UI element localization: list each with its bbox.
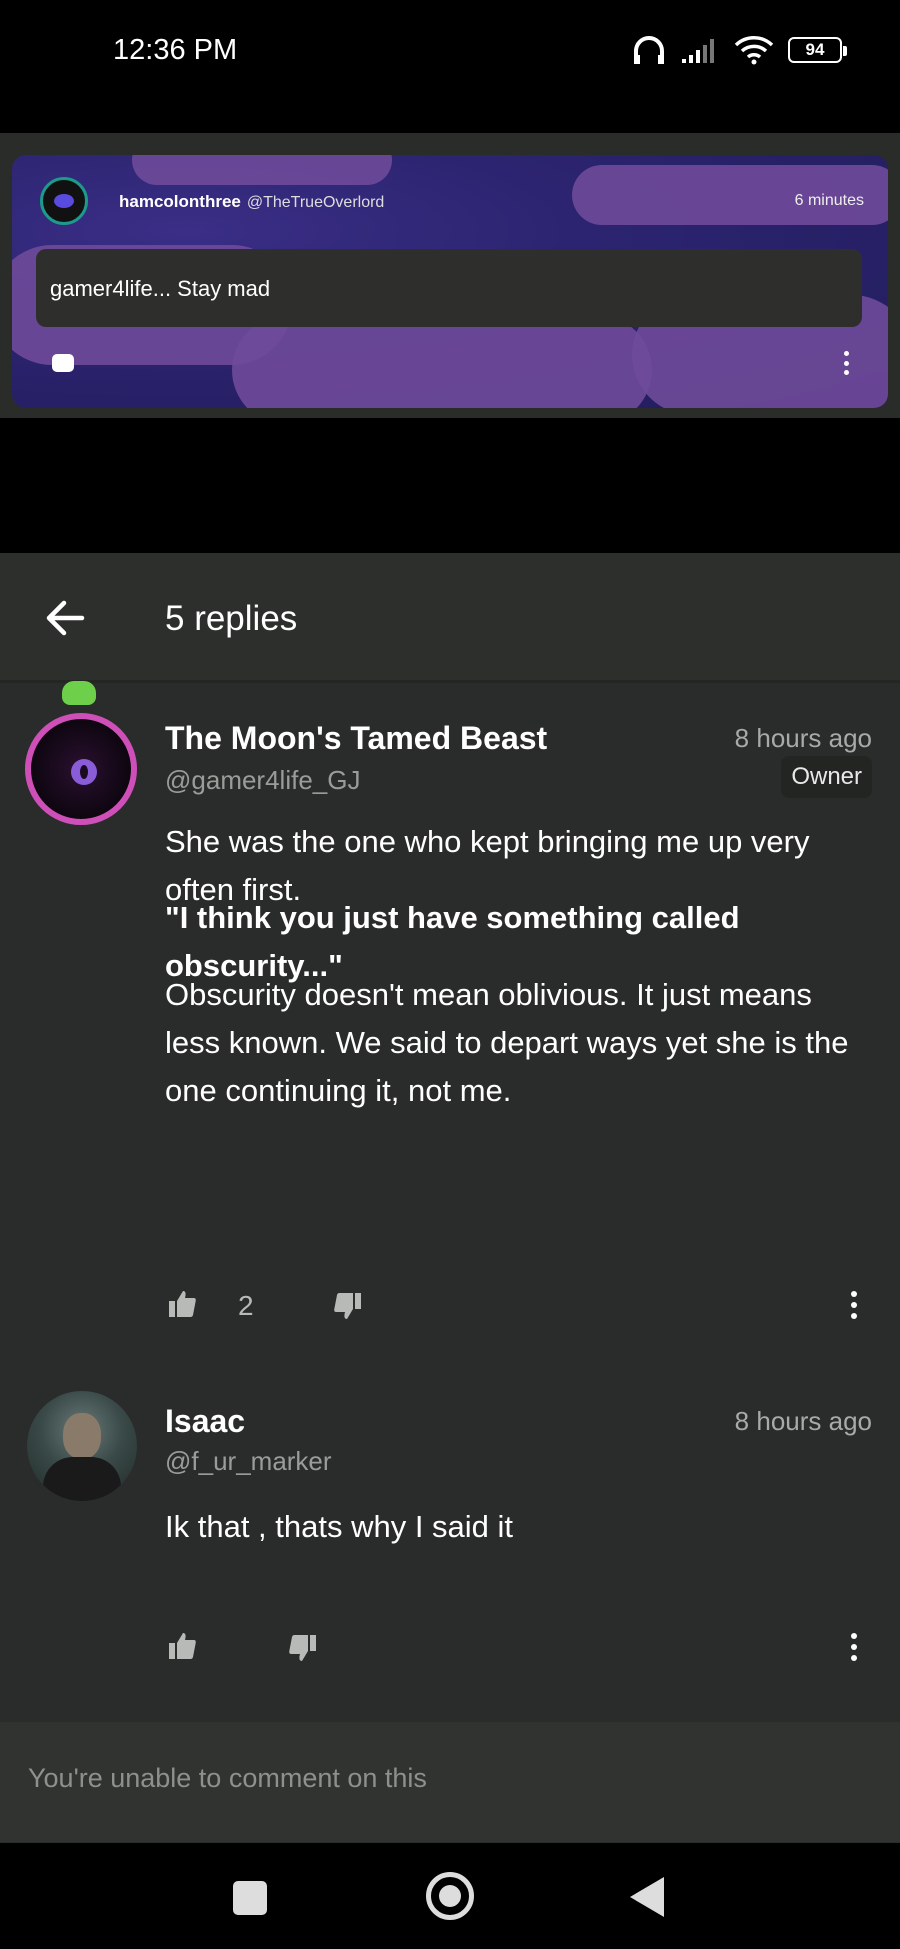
preview-author-name: hamcolonthree bbox=[119, 192, 241, 211]
owner-badge: Owner bbox=[781, 756, 872, 798]
back-arrow-icon[interactable] bbox=[44, 597, 86, 639]
more-options-icon[interactable] bbox=[842, 351, 850, 375]
reply-text: Ik that , thats why I said it bbox=[165, 1509, 514, 1544]
post-preview-area: hamcolonthree @TheTrueOverlord 6 minutes … bbox=[0, 133, 900, 418]
reply-author[interactable]: The Moon's Tamed Beast bbox=[165, 720, 547, 757]
status-time: 12:36 PM bbox=[113, 34, 238, 66]
comment-disabled-text: You're unable to comment on this bbox=[28, 1763, 427, 1793]
recent-apps-button[interactable] bbox=[233, 1881, 267, 1915]
preview-author-handle: @TheTrueOverlord bbox=[246, 194, 385, 211]
eye-icon bbox=[71, 759, 97, 785]
reply-author[interactable]: Isaac bbox=[165, 1403, 245, 1440]
cloud-decoration bbox=[232, 315, 652, 408]
preview-message-text: gamer4life... Stay mad bbox=[50, 276, 271, 301]
cloud-decoration bbox=[132, 155, 392, 185]
comment-icon[interactable] bbox=[52, 354, 74, 372]
reply-timestamp: 8 hours ago bbox=[734, 723, 872, 753]
wifi-icon bbox=[734, 36, 774, 65]
frog-accessory-icon bbox=[62, 681, 96, 705]
more-options-icon[interactable] bbox=[850, 1291, 858, 1319]
reply-item: The Moon's Tamed Beast @gamer4life_GJ 8 … bbox=[0, 681, 900, 1113]
avatar[interactable] bbox=[27, 1391, 137, 1501]
replies-header: 5 replies bbox=[0, 553, 900, 683]
signal-icon bbox=[682, 39, 714, 63]
preview-timestamp: 6 minutes bbox=[794, 192, 864, 209]
headphones-icon bbox=[634, 36, 664, 64]
reply-timestamp: 8 hours ago bbox=[734, 1406, 872, 1436]
home-button[interactable] bbox=[426, 1872, 474, 1920]
preview-avatar[interactable] bbox=[40, 177, 88, 225]
status-icons: 94 bbox=[632, 30, 847, 70]
thumbs-down-icon[interactable] bbox=[288, 1633, 318, 1663]
reply-item: Isaac @f_ur_marker 8 hours ago Ik that ,… bbox=[0, 1373, 900, 1613]
owner-badge-label: Owner bbox=[791, 763, 862, 790]
reply-handle[interactable]: @gamer4life_GJ bbox=[165, 765, 360, 796]
preview-author[interactable]: hamcolonthree @TheTrueOverlord bbox=[119, 192, 384, 212]
replies-title: 5 replies bbox=[165, 599, 298, 638]
avatar[interactable] bbox=[25, 713, 137, 825]
thumbs-down-icon[interactable] bbox=[333, 1291, 363, 1321]
battery-level: 94 bbox=[805, 40, 825, 59]
battery-indicator: 94 bbox=[788, 37, 847, 63]
reply-handle[interactable]: @f_ur_marker bbox=[165, 1446, 332, 1477]
replies-sheet: 5 replies The Moon's Tamed Beast @gamer4… bbox=[0, 553, 900, 1843]
status-bar: 12:36 PM 94 bbox=[0, 0, 900, 105]
reply-text: Obscurity doesn't mean oblivious. It jus… bbox=[165, 977, 849, 1108]
more-options-icon[interactable] bbox=[850, 1633, 858, 1661]
post-preview-card[interactable]: hamcolonthree @TheTrueOverlord 6 minutes … bbox=[12, 155, 888, 408]
thumbs-up-icon[interactable] bbox=[167, 1289, 197, 1319]
back-button[interactable] bbox=[630, 1877, 664, 1917]
like-count: 2 bbox=[238, 1290, 254, 1321]
thumbs-up-icon[interactable] bbox=[167, 1631, 197, 1661]
